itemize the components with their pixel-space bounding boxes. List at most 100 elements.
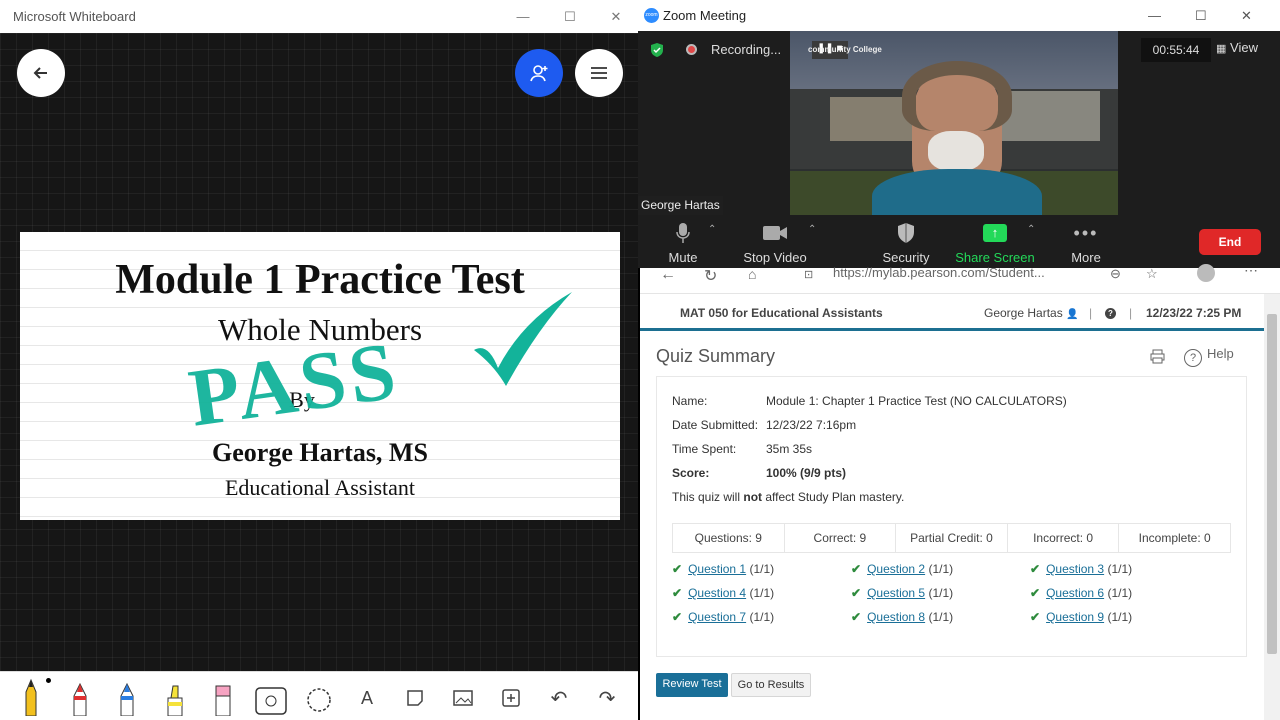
- more-dots-icon[interactable]: ⋯: [1244, 262, 1258, 279]
- course-title: MAT 050 for Educational Assistants: [680, 306, 883, 320]
- close-icon[interactable]: ✕: [593, 0, 639, 33]
- more-button[interactable]: ••• More: [1041, 220, 1131, 266]
- share-arrow-icon: ↑: [983, 224, 1007, 242]
- note-icon[interactable]: [398, 680, 432, 716]
- question-item: ✔ Question 7 (1/1): [672, 610, 775, 624]
- pen-blue-tool[interactable]: [110, 680, 144, 716]
- course-header: MAT 050 for Educational Assistants Georg…: [640, 295, 1264, 331]
- question-link[interactable]: Question 1: [688, 562, 746, 576]
- redo-icon[interactable]: ↷: [590, 680, 624, 716]
- close-icon[interactable]: ✕: [1241, 0, 1252, 31]
- insert-icon[interactable]: [494, 680, 528, 716]
- add-person-icon: [530, 65, 548, 82]
- go-to-results-button[interactable]: Go to Results: [731, 673, 811, 697]
- minimize-icon[interactable]: —: [1148, 0, 1161, 31]
- text-icon[interactable]: A: [350, 680, 384, 716]
- highlighter-icon[interactable]: [158, 680, 192, 716]
- browser-window: ← ↻ ⌂ ⊡ https://mylab.pearson.com/Studen…: [640, 262, 1280, 720]
- chevron-up-icon[interactable]: ⌃: [708, 224, 716, 235]
- scrollbar[interactable]: [1264, 294, 1280, 720]
- help-circle-icon[interactable]: ?: [1105, 308, 1116, 319]
- question-link[interactable]: Question 5: [867, 586, 925, 600]
- whiteboard-canvas[interactable]: Module 1 Practice Test Whole Numbers By …: [0, 33, 638, 671]
- stats-bar: Questions: 9 Correct: 9 Partial Credit: …: [672, 523, 1231, 553]
- check-icon: ✔: [851, 610, 862, 624]
- video-camera-icon: [763, 226, 787, 240]
- participant-name: George Hartas: [638, 196, 723, 215]
- page-title: Quiz Summary: [656, 346, 776, 366]
- check-icon: ✔: [851, 586, 862, 600]
- menu-button[interactable]: [575, 49, 623, 97]
- zoom-logo-icon: zoom: [644, 8, 659, 23]
- refresh-icon[interactable]: ↻: [704, 266, 717, 286]
- favorites-icon[interactable]: ☆: [1146, 266, 1158, 282]
- pen-black-tool[interactable]: [14, 678, 48, 716]
- eraser-icon[interactable]: [206, 680, 240, 716]
- check-icon: ✔: [1030, 610, 1041, 624]
- question-link[interactable]: Question 6: [1046, 586, 1104, 600]
- zoom-out-icon[interactable]: ⊖: [1110, 266, 1121, 282]
- back-button[interactable]: [17, 49, 65, 97]
- more-dots-icon: •••: [1073, 222, 1099, 243]
- recording-indicator: Recording...: [686, 40, 781, 60]
- user-name[interactable]: George Hartas 👤: [984, 306, 1079, 320]
- question-link[interactable]: Question 8: [867, 610, 925, 624]
- current-datetime: 12/23/22 7:25 PM: [1146, 306, 1242, 320]
- chevron-up-icon[interactable]: ⌃: [1027, 224, 1035, 235]
- meeting-timer: 00:55:44: [1141, 38, 1211, 62]
- shield-check-icon: [651, 43, 663, 57]
- chevron-up-icon[interactable]: ⌃: [808, 224, 816, 235]
- security-button[interactable]: Security: [861, 220, 951, 265]
- stop-video-button[interactable]: Stop Video: [730, 220, 820, 265]
- lasso-icon[interactable]: [302, 680, 336, 716]
- stat-correct: Correct: 9: [785, 524, 897, 552]
- question-item: ✔ Question 9 (1/1): [1030, 610, 1133, 624]
- question-item: ✔ Question 4 (1/1): [672, 586, 775, 600]
- slide-image[interactable]: Module 1 Practice Test Whole Numbers By …: [20, 232, 620, 520]
- question-item: ✔ Question 2 (1/1): [851, 562, 954, 576]
- slide-author: George Hartas, MS: [212, 438, 428, 467]
- question-link[interactable]: Question 2: [867, 562, 925, 576]
- site-info-icon[interactable]: ⊡: [804, 268, 813, 281]
- stat-incomplete: Incomplete: 0: [1138, 531, 1211, 545]
- address-bar[interactable]: https://mylab.pearson.com/Student...: [833, 265, 1045, 280]
- check-icon: ✔: [672, 610, 683, 624]
- study-plan-note: This quiz will not affect Study Plan mas…: [672, 490, 905, 504]
- profile-avatar[interactable]: [1197, 264, 1215, 282]
- question-link[interactable]: Question 9: [1046, 610, 1104, 624]
- zoom-titlebar: zoom Zoom Meeting — ☐ ✕: [638, 0, 1280, 31]
- participant-video[interactable]: ❚❚ ■ community College: [790, 31, 1118, 215]
- help-icon: ?: [1184, 349, 1202, 367]
- print-icon[interactable]: [1150, 349, 1165, 364]
- stat-incorrect: Incorrect: 0: [1008, 524, 1120, 552]
- checkmark-icon: [474, 292, 572, 386]
- pen-red-tool[interactable]: [63, 680, 97, 716]
- user-icon: 👤: [1066, 309, 1079, 320]
- maximize-icon[interactable]: ☐: [1195, 0, 1207, 31]
- question-item: ✔ Question 6 (1/1): [1030, 586, 1133, 600]
- selected-dot-icon: [46, 678, 51, 683]
- question-link[interactable]: Question 4: [688, 586, 746, 600]
- question-link[interactable]: Question 7: [688, 610, 746, 624]
- view-button[interactable]: ▦ View: [1216, 40, 1258, 55]
- whiteboard-window: Microsoft Whiteboard — ☐ ✕ Module 1 Prac…: [0, 0, 638, 720]
- ruler-icon[interactable]: [254, 680, 288, 716]
- maximize-icon[interactable]: ☐: [547, 0, 593, 33]
- review-test-button[interactable]: Review Test: [656, 673, 728, 697]
- minimize-icon[interactable]: —: [500, 0, 546, 33]
- stat-partial: Partial Credit: 0: [896, 524, 1008, 552]
- back-arrow-icon[interactable]: ←: [660, 266, 676, 284]
- end-meeting-button[interactable]: End: [1199, 229, 1261, 255]
- help-link[interactable]: ? Help: [1184, 346, 1234, 367]
- zoom-window-title: Zoom Meeting: [663, 8, 747, 23]
- undo-icon[interactable]: ↶: [542, 680, 576, 716]
- stat-questions: Questions: 9: [673, 524, 785, 552]
- check-icon: ✔: [672, 562, 683, 576]
- invite-button[interactable]: [515, 49, 563, 97]
- question-item: ✔ Question 3 (1/1): [1030, 562, 1133, 576]
- question-link[interactable]: Question 3: [1046, 562, 1104, 576]
- slide-role: Educational Assistant: [224, 475, 416, 500]
- arrow-left-icon: [33, 67, 47, 79]
- image-icon[interactable]: [446, 680, 480, 716]
- home-icon[interactable]: ⌂: [748, 266, 756, 282]
